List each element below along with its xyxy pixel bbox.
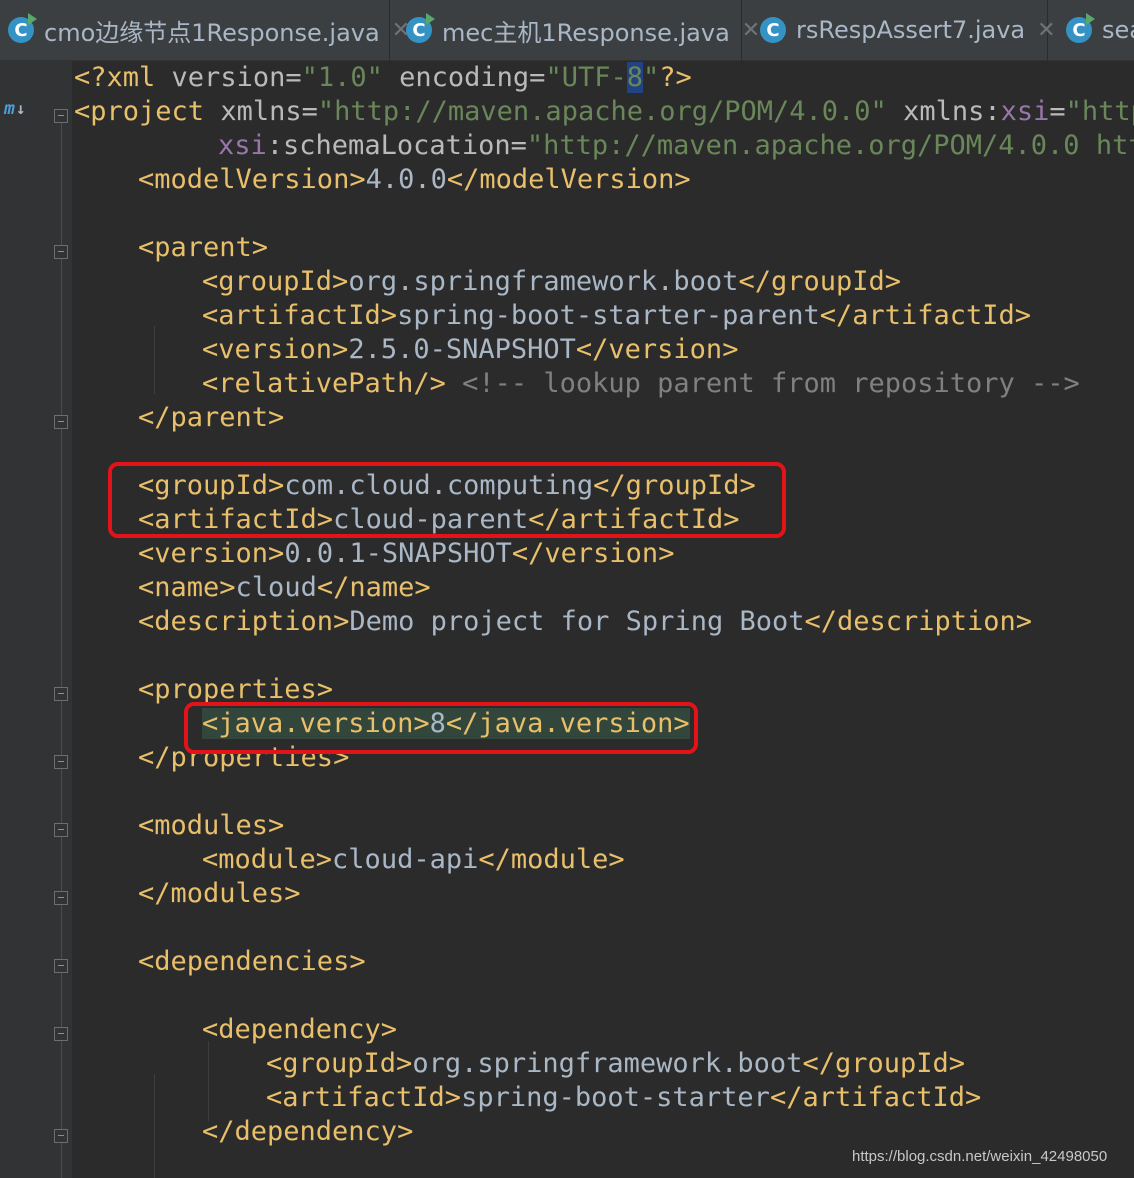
indent-guide <box>208 1041 209 1121</box>
code-line-1: <?xml version="1.0" encoding="UTF-8"?> <box>74 62 692 93</box>
java-class-runnable-icon: C <box>1066 13 1095 43</box>
code-editor[interactable]: <?xml version="1.0" encoding="UTF-8"?> <… <box>74 61 1134 1178</box>
fold-marker-icon[interactable] <box>54 415 68 429</box>
code-line-25: </modules> <box>138 878 301 909</box>
fold-marker-icon[interactable] <box>54 823 68 837</box>
code-line-24: <module>cloud-api</module> <box>202 844 625 875</box>
code-line-31: <artifactId>spring-boot-starter</artifac… <box>266 1082 982 1113</box>
editor-tab-2[interactable]: C mec主机1Response.java ✕ <box>390 0 760 60</box>
code-line-16: <name>cloud</name> <box>138 572 431 603</box>
code-line-6: <parent> <box>138 232 269 263</box>
editor-tab-4[interactable]: C sea <box>1048 0 1134 60</box>
code-line-2: <project xmlns="http://maven.apache.org/… <box>74 96 1134 127</box>
fold-marker-icon[interactable] <box>54 891 68 905</box>
java-class-runnable-icon: C <box>406 13 435 43</box>
code-line-10: <relativePath/> <!-- lookup parent from … <box>202 368 1080 399</box>
tab-label: mec主机1Response.java <box>442 18 730 47</box>
fold-marker-icon[interactable] <box>54 245 68 259</box>
tab-label: sea <box>1102 16 1134 44</box>
code-line-32: </dependency> <box>202 1116 414 1147</box>
code-line-27: <dependencies> <box>138 946 366 977</box>
code-line-4: <modelVersion>4.0.0</modelVersion> <box>138 164 691 195</box>
code-line-7: <groupId>org.springframework.boot</group… <box>202 266 902 297</box>
fold-marker-icon[interactable] <box>54 109 68 123</box>
editor-tab-bar: C cmo边缘节点1Response.java ✕ C mec主机1Respon… <box>0 0 1134 61</box>
code-line-23: <modules> <box>138 810 285 841</box>
code-line-29: <dependency> <box>202 1014 398 1045</box>
indent-guide <box>154 326 155 394</box>
editor-tab-3[interactable]: C rsRespAssert7.java ✕ <box>742 0 1056 60</box>
fold-marker-icon[interactable] <box>54 1129 68 1143</box>
tab-label: rsRespAssert7.java <box>796 16 1026 44</box>
java-class-icon: C <box>760 17 786 43</box>
fold-marker-icon[interactable] <box>54 687 68 701</box>
code-line-17: <description>Demo project for Spring Boo… <box>138 606 1033 637</box>
code-line-3: xsi:schemaLocation="http://maven.apache.… <box>218 130 1134 161</box>
code-line-15: <version>0.0.1-SNAPSHOT</version> <box>138 538 675 569</box>
java-class-runnable-icon: C <box>8 13 37 43</box>
maven-marker-icon[interactable]: m <box>4 98 25 119</box>
fold-marker-icon[interactable] <box>54 959 68 973</box>
highlight-box-groupid-artifactid <box>108 462 786 538</box>
code-line-30: <groupId>org.springframework.boot</group… <box>266 1048 966 1079</box>
watermark: https://blog.csdn.net/weixin_42498050 <box>852 1148 1108 1165</box>
fold-marker-icon[interactable] <box>54 755 68 769</box>
editor-tab-1[interactable]: C cmo边缘节点1Response.java ✕ <box>0 0 410 60</box>
highlight-box-java-version <box>184 702 698 754</box>
fold-marker-icon[interactable] <box>54 1027 68 1041</box>
indent-guide <box>154 1074 155 1178</box>
code-line-8: <artifactId>spring-boot-starter-parent</… <box>202 300 1032 331</box>
fold-guide-line <box>61 116 62 1178</box>
tab-label: cmo边缘节点1Response.java <box>44 18 380 47</box>
code-line-11: </parent> <box>138 402 285 433</box>
code-line-9: <version>2.5.0-SNAPSHOT</version> <box>202 334 739 365</box>
